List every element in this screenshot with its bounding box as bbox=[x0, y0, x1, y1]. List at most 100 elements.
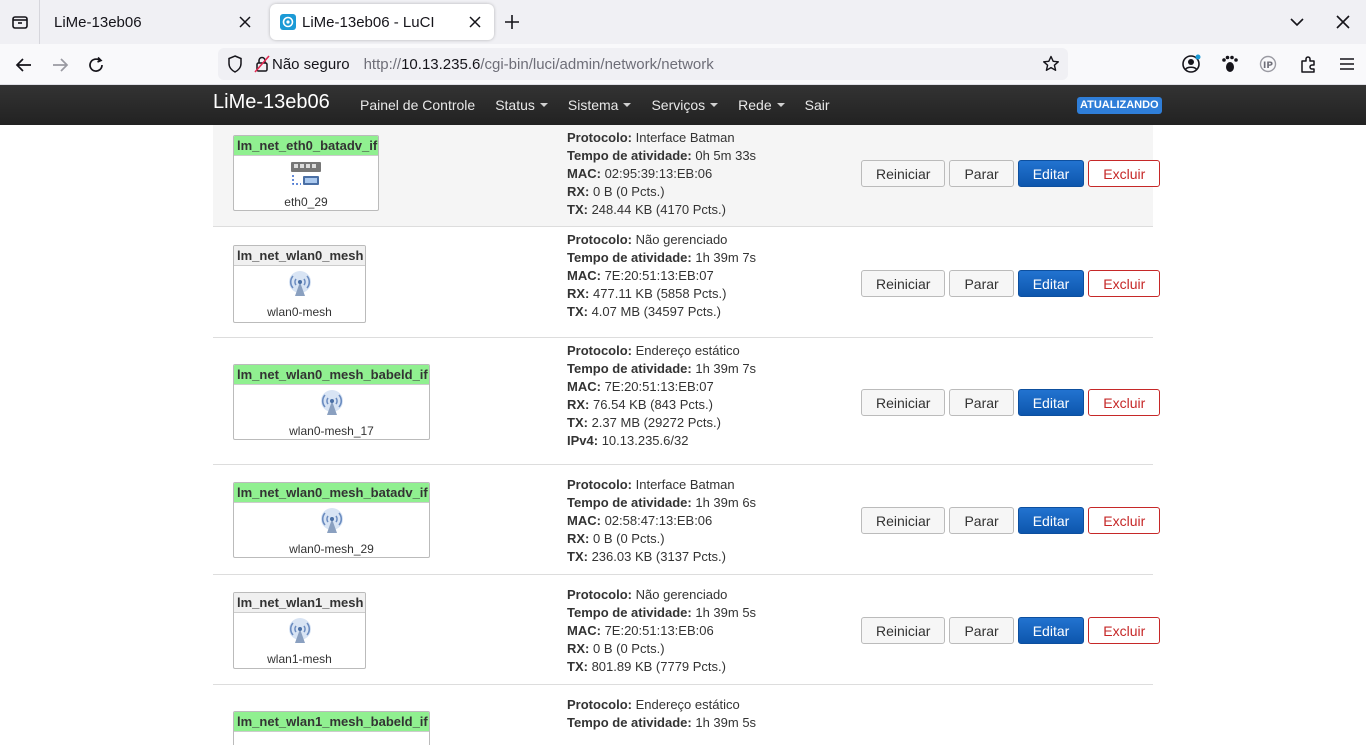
table-row: lm_net_eth0_batadv_if eth0_29 Protocolo:… bbox=[213, 125, 1161, 227]
interface-badge: lm_net_eth0_batadv_if eth0_29 bbox=[233, 135, 379, 211]
stop-button[interactable]: Parar bbox=[949, 617, 1014, 644]
interface-badge: lm_net_wlan1_mesh_babeld_if bbox=[233, 711, 430, 745]
luci-header: LiMe-13eb06 Painel de Controle Status Si… bbox=[0, 85, 1366, 125]
refresh-status-badge[interactable]: ATUALIZANDO bbox=[1077, 97, 1162, 114]
row-actions: Reiniciar Parar Editar Excluir bbox=[861, 617, 1164, 644]
edit-button[interactable]: Editar bbox=[1017, 270, 1085, 297]
menu-item-status[interactable]: Status bbox=[495, 97, 548, 113]
edit-button[interactable]: Editar bbox=[1017, 160, 1085, 187]
menu-item-servicos[interactable]: Serviços bbox=[651, 97, 719, 113]
delete-button[interactable]: Excluir bbox=[1088, 507, 1161, 534]
arrow-right-icon bbox=[53, 58, 69, 72]
row-actions: Reiniciar Parar Editar Excluir bbox=[861, 389, 1164, 416]
interface-name: lm_net_eth0_batadv_if bbox=[234, 136, 378, 156]
account-icon bbox=[1181, 54, 1200, 73]
caret-down-icon bbox=[710, 103, 719, 107]
restart-button[interactable]: Reiniciar bbox=[861, 160, 946, 187]
device-name: wlan1-mesh bbox=[267, 652, 332, 666]
delete-button[interactable]: Excluir bbox=[1088, 270, 1161, 297]
wifi-antenna-icon bbox=[320, 508, 343, 533]
browser-tab-bar: LiMe-13eb06 LiMe-13eb06 - LuCI bbox=[0, 0, 1366, 44]
tab-list-button[interactable] bbox=[0, 0, 40, 44]
delete-button[interactable]: Excluir bbox=[1088, 617, 1161, 644]
caret-down-icon bbox=[623, 103, 632, 107]
new-tab-button[interactable] bbox=[494, 0, 530, 44]
wifi-antenna-icon bbox=[288, 271, 311, 296]
table-row: lm_net_wlan1_mesh_babeld_if Protocolo: E… bbox=[213, 685, 1153, 745]
close-icon bbox=[1336, 15, 1350, 29]
forward-button[interactable] bbox=[45, 50, 75, 80]
main-menu: Painel de Controle Status Sistema Serviç… bbox=[360, 85, 850, 125]
url-text[interactable]: http://10.13.235.6/cgi-bin/luci/admin/ne… bbox=[364, 56, 1034, 73]
row-actions: Reiniciar Parar Editar Excluir bbox=[861, 270, 1164, 297]
interface-badge: lm_net_wlan0_mesh_batadv_if wlan0-mesh_2… bbox=[233, 482, 430, 558]
plus-icon bbox=[505, 15, 519, 29]
device-name: wlan0-mesh_29 bbox=[289, 542, 374, 556]
ethernet-switch-icon bbox=[291, 162, 321, 185]
app-menu-button[interactable] bbox=[1327, 44, 1366, 84]
delete-button[interactable]: Excluir bbox=[1088, 160, 1161, 187]
stop-button[interactable]: Parar bbox=[949, 270, 1014, 297]
extensions-button[interactable] bbox=[1288, 44, 1327, 84]
url-bar[interactable]: Não seguro http://10.13.235.6/cgi-bin/lu… bbox=[218, 48, 1068, 80]
stop-button[interactable]: Parar bbox=[949, 160, 1014, 187]
interface-info: Protocolo: Não gerenciado Tempo de ativi… bbox=[567, 587, 757, 674]
menu-item-sair[interactable]: Sair bbox=[805, 97, 830, 113]
interface-info: Protocolo: Interface Batman Tempo de ati… bbox=[567, 477, 757, 564]
row-actions: Reiniciar Parar Editar Excluir bbox=[861, 160, 1164, 187]
table-row: lm_net_wlan0_mesh_batadv_if wlan0-mesh_2… bbox=[213, 465, 1161, 575]
menu-item-painel[interactable]: Painel de Controle bbox=[360, 97, 475, 113]
extension-ip-button[interactable]: IP bbox=[1249, 44, 1288, 84]
interface-info: Protocolo: Endereço estático Tempo de at… bbox=[567, 697, 757, 730]
device-name: wlan0-mesh_17 bbox=[289, 424, 374, 438]
edit-button[interactable]: Editar bbox=[1017, 507, 1085, 534]
stop-button[interactable]: Parar bbox=[949, 507, 1014, 534]
reload-icon bbox=[89, 56, 103, 72]
close-icon[interactable] bbox=[466, 13, 484, 31]
brand-link[interactable]: LiMe-13eb06 bbox=[213, 91, 330, 114]
interface-name: lm_net_wlan1_mesh_babeld_if bbox=[234, 712, 429, 732]
menu-item-sistema[interactable]: Sistema bbox=[568, 97, 632, 113]
restart-button[interactable]: Reiniciar bbox=[861, 389, 946, 416]
reload-button[interactable] bbox=[81, 50, 111, 80]
restart-button[interactable]: Reiniciar bbox=[861, 617, 946, 644]
table-row: lm_net_wlan1_mesh wlan1-mesh Protocolo: … bbox=[213, 575, 1161, 685]
back-button[interactable] bbox=[9, 50, 39, 80]
menu-item-rede[interactable]: Rede bbox=[738, 97, 785, 113]
extension-gnome-button[interactable] bbox=[1210, 44, 1249, 84]
tab-list-icon bbox=[11, 16, 28, 29]
tab-title: LiMe-13eb06 - LuCI bbox=[302, 13, 435, 31]
edit-button[interactable]: Editar bbox=[1017, 389, 1085, 416]
stop-button[interactable]: Parar bbox=[949, 389, 1014, 416]
restart-button[interactable]: Reiniciar bbox=[861, 507, 946, 534]
close-icon[interactable] bbox=[236, 13, 254, 31]
interface-info: Protocolo: Interface Batman Tempo de ati… bbox=[567, 130, 757, 217]
bookmark-star-icon[interactable] bbox=[1034, 55, 1068, 73]
ip-icon: IP bbox=[1259, 55, 1276, 73]
puzzle-icon bbox=[1300, 56, 1315, 73]
caret-down-icon bbox=[776, 103, 785, 107]
window-close-button[interactable] bbox=[1320, 0, 1366, 44]
luci-favicon-icon bbox=[280, 14, 296, 30]
svg-text:IP: IP bbox=[1263, 61, 1273, 71]
interface-name: lm_net_wlan0_mesh_batadv_if bbox=[234, 483, 429, 503]
shield-icon[interactable] bbox=[218, 55, 252, 73]
insecure-lock-icon[interactable] bbox=[252, 55, 272, 73]
device-name: wlan0-mesh bbox=[267, 305, 332, 319]
list-all-tabs-button[interactable] bbox=[1274, 0, 1320, 44]
interface-info: Protocolo: Não gerenciado Tempo de ativi… bbox=[567, 232, 757, 319]
restart-button[interactable]: Reiniciar bbox=[861, 270, 946, 297]
device-name: eth0_29 bbox=[284, 195, 328, 209]
tab-luci[interactable]: LiMe-13eb06 - LuCI bbox=[270, 4, 494, 40]
account-button[interactable] bbox=[1171, 44, 1210, 84]
delete-button[interactable]: Excluir bbox=[1088, 389, 1161, 416]
interfaces-table: lm_net_eth0_batadv_if eth0_29 Protocolo:… bbox=[213, 125, 1161, 745]
interface-info: Protocolo: Endereço estático Tempo de at… bbox=[567, 343, 757, 448]
edit-button[interactable]: Editar bbox=[1017, 617, 1085, 644]
wifi-antenna-icon bbox=[288, 618, 311, 643]
tab-title: LiMe-13eb06 bbox=[54, 13, 142, 31]
interface-badge: lm_net_wlan0_mesh wlan0-mesh bbox=[233, 245, 366, 323]
foot-icon bbox=[1221, 55, 1238, 72]
tab-lime-home[interactable]: LiMe-13eb06 bbox=[40, 0, 268, 44]
chevron-down-icon bbox=[1290, 18, 1304, 27]
